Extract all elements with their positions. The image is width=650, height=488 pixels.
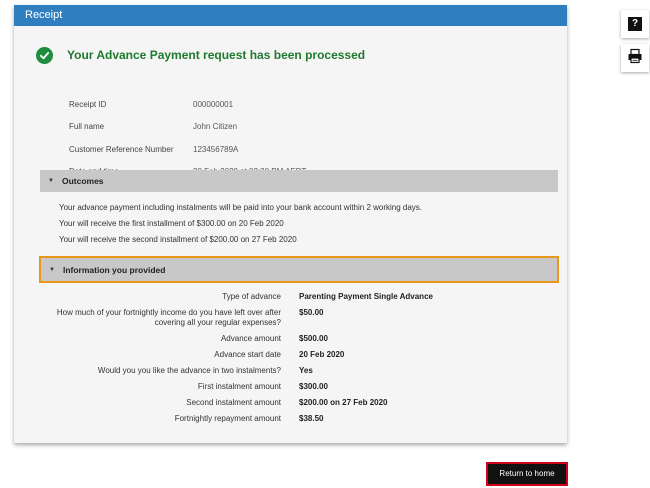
outcomes-section-toggle[interactable]: ▼ Outcomes <box>40 170 558 192</box>
info-value: $38.50 <box>299 414 324 423</box>
receipt-value: 123456789A <box>193 145 239 154</box>
info-value: $500.00 <box>299 334 328 343</box>
receipt-value: 000000001 <box>193 100 234 109</box>
info-value: Parenting Payment Single Advance <box>299 292 433 301</box>
outcome-line: Your will receive the first installment … <box>59 219 284 228</box>
receipt-label: Full name <box>69 122 105 131</box>
info-label: Advance start date <box>214 350 281 359</box>
success-message: Your Advance Payment request has been pr… <box>67 48 366 62</box>
collapse-caret-icon: ▼ <box>49 266 55 273</box>
outcomes-title: Outcomes <box>61 176 104 186</box>
panel-title: Receipt <box>14 5 567 26</box>
info-label: First instalment amount <box>197 382 281 391</box>
success-banner: Your Advance Payment request has been pr… <box>36 46 365 64</box>
help-button[interactable]: ? <box>621 10 649 38</box>
info-value: $50.00 <box>299 308 324 317</box>
help-question-icon: ? <box>628 17 642 31</box>
info-label: Type of advance <box>222 292 281 301</box>
receipt-row: Full name John Citizen <box>69 120 469 134</box>
receipt-label: Receipt ID <box>69 100 107 109</box>
info-label: Second instalment amount <box>186 398 281 407</box>
info-label: Fortnightly repayment amount <box>174 414 281 423</box>
printer-icon <box>627 48 643 69</box>
outcome-line: Your advance payment including instalmen… <box>59 203 423 212</box>
info-value: $300.00 <box>299 382 328 391</box>
receipt-label: Customer Reference Number <box>69 145 174 154</box>
receipt-panel: Receipt Your Advance Payment request has… <box>14 5 567 443</box>
info-label: Advance amount <box>220 334 281 343</box>
outcome-line: Your will receive the second installment… <box>59 235 297 244</box>
receipt-row: Receipt ID 000000001 <box>69 98 469 112</box>
info-value: $200.00 on 27 Feb 2020 <box>299 398 388 407</box>
info-label: Would you you like the advance in two in… <box>97 366 281 375</box>
collapse-caret-icon: ▼ <box>48 178 54 184</box>
receipt-row: Customer Reference Number 123456789A <box>69 143 469 157</box>
info-value: Yes <box>299 366 313 375</box>
info-value: 20 Feb 2020 <box>299 350 345 359</box>
info-title: Information you provided <box>62 264 166 275</box>
info-section-toggle[interactable]: ▼ Information you provided <box>39 256 559 283</box>
print-button[interactable] <box>621 44 649 72</box>
info-label: How much of your fortnightly income do y… <box>56 308 281 327</box>
return-home-button[interactable]: Return to home <box>486 462 568 486</box>
success-check-icon <box>36 46 53 64</box>
receipt-value: John Citizen <box>193 122 238 131</box>
